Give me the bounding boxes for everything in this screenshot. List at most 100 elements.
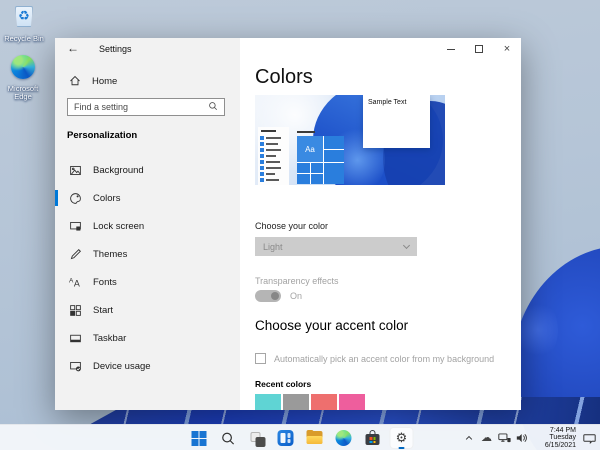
window-controls: ×	[437, 38, 521, 60]
sidebar-item-start[interactable]: Start	[55, 296, 240, 324]
search-placeholder: Find a setting	[74, 102, 208, 112]
sidebar-nav: Background Colors Lock screen Themes	[55, 156, 240, 380]
start-button[interactable]	[187, 427, 211, 449]
sidebar-item-taskbar[interactable]: Taskbar	[55, 324, 240, 352]
sidebar-item-label: Background	[93, 165, 144, 176]
search-icon	[208, 101, 218, 114]
desktop-icon-recycle-bin[interactable]: ♻ Recycle Bin	[1, 3, 47, 43]
cloud-icon: ☁	[481, 432, 492, 444]
recent-colors-row	[255, 394, 365, 410]
color-mode-dropdown[interactable]: Light	[255, 237, 417, 256]
color-swatch[interactable]	[311, 394, 337, 410]
page-title: Colors	[255, 66, 313, 89]
color-mode-value: Light	[263, 242, 283, 252]
widgets-icon	[278, 430, 294, 446]
sidebar-item-label: Colors	[93, 193, 120, 204]
sidebar-item-lock-screen[interactable]: Lock screen	[55, 212, 240, 240]
store-icon	[365, 430, 381, 446]
settings-button[interactable]: ⚙	[390, 427, 414, 449]
desktop-icon-label: Recycle Bin	[1, 35, 47, 43]
sidebar-item-themes[interactable]: Themes	[55, 240, 240, 268]
sidebar-item-label: Home	[92, 76, 117, 87]
task-view-button[interactable]	[245, 427, 269, 449]
notification-bubble-icon	[583, 432, 596, 444]
clock[interactable]: 7:44 PM Tuesday 6/15/2021	[534, 427, 576, 450]
taskbar-icon	[68, 331, 82, 345]
search-button[interactable]	[216, 427, 240, 449]
preview-sample-card: Sample Text	[363, 95, 430, 148]
desktop-icon-microsoft-edge[interactable]: Microsoft Edge	[0, 55, 46, 101]
windows-logo-icon	[191, 431, 206, 446]
color-swatch[interactable]	[255, 394, 281, 410]
maximize-icon	[475, 45, 483, 53]
sample-text: Sample Text	[368, 99, 406, 106]
minimize-icon	[447, 49, 455, 50]
clock-time: 7:44 PM	[534, 427, 576, 435]
maximize-button[interactable]	[465, 38, 493, 60]
close-button[interactable]: ×	[493, 38, 521, 60]
sidebar-item-fonts[interactable]: AA Fonts	[55, 268, 240, 296]
back-button[interactable]: ←	[67, 41, 79, 55]
accent-color-heading: Choose your accent color	[255, 318, 408, 333]
fonts-icon: AA	[68, 275, 82, 289]
color-swatch[interactable]	[283, 394, 309, 410]
search-input[interactable]: Find a setting	[67, 98, 225, 116]
auto-accent-checkbox[interactable]	[255, 353, 266, 364]
colors-preview: Aa Sample Text	[255, 95, 445, 185]
store-button[interactable]	[361, 427, 385, 449]
taskbar-center-buttons: ⚙	[187, 425, 414, 450]
search-icon	[220, 431, 235, 446]
device-usage-icon	[68, 359, 82, 373]
minimize-button[interactable]	[437, 38, 465, 60]
auto-accent-row: Automatically pick an accent color from …	[255, 353, 494, 364]
sidebar-item-label: Fonts	[93, 277, 117, 288]
tray-chevron-button[interactable]	[462, 430, 475, 446]
color-swatch[interactable]	[339, 394, 365, 410]
transparency-state: On	[290, 291, 302, 301]
transparency-label: Transparency effects	[255, 276, 339, 286]
preview-start-title-line	[297, 131, 315, 133]
network-button[interactable]	[498, 430, 511, 446]
task-view-icon	[247, 429, 267, 447]
widgets-button[interactable]	[274, 427, 298, 449]
start-icon	[68, 303, 82, 317]
wallpaper-bloom-highlight	[518, 300, 558, 360]
settings-window: ← Settings × Home Find a setting Persona…	[55, 38, 521, 410]
svg-text:A: A	[73, 278, 79, 288]
sidebar-item-label: Taskbar	[93, 333, 126, 344]
sidebar-item-background[interactable]: Background	[55, 156, 240, 184]
gear-icon: ⚙	[396, 431, 408, 445]
preview-mini-start-menu: Aa	[297, 136, 344, 184]
transparency-toggle[interactable]	[255, 290, 281, 302]
onedrive-button[interactable]: ☁	[480, 430, 493, 446]
home-icon	[68, 74, 82, 88]
notifications-button[interactable]	[581, 430, 597, 446]
edge-button[interactable]	[332, 427, 356, 449]
lock-screen-icon	[68, 219, 82, 233]
auto-accent-label: Automatically pick an accent color from …	[274, 354, 494, 364]
preview-mini-settings-panel	[258, 127, 289, 185]
window-title: Settings	[99, 44, 132, 54]
network-icon	[498, 432, 511, 444]
desktop-icon-label: Microsoft Edge	[3, 85, 43, 101]
sidebar-item-home[interactable]: Home	[68, 74, 117, 88]
close-icon: ×	[504, 44, 510, 54]
sidebar-item-colors[interactable]: Colors	[55, 184, 240, 212]
speaker-icon	[516, 432, 529, 444]
sidebar-item-device-usage[interactable]: Device usage	[55, 352, 240, 380]
chevron-up-icon	[464, 433, 474, 443]
system-tray: ☁ 7:44 PM Tuesday 6/15/2021	[462, 425, 597, 450]
file-explorer-icon	[307, 431, 323, 445]
sidebar-item-label: Themes	[93, 249, 127, 260]
sidebar-item-label: Lock screen	[93, 221, 144, 232]
sidebar-item-label: Device usage	[93, 361, 151, 372]
themes-icon	[68, 247, 82, 261]
volume-button[interactable]	[516, 430, 529, 446]
recent-colors-label: Recent colors	[255, 379, 311, 389]
choose-color-label: Choose your color	[255, 221, 328, 231]
file-explorer-button[interactable]	[303, 427, 327, 449]
recycle-bin-icon: ♻	[11, 3, 37, 29]
transparency-toggle-row: On	[255, 290, 302, 302]
preview-aa-tile: Aa	[297, 136, 323, 162]
sidebar-section-heading: Personalization	[67, 130, 137, 141]
